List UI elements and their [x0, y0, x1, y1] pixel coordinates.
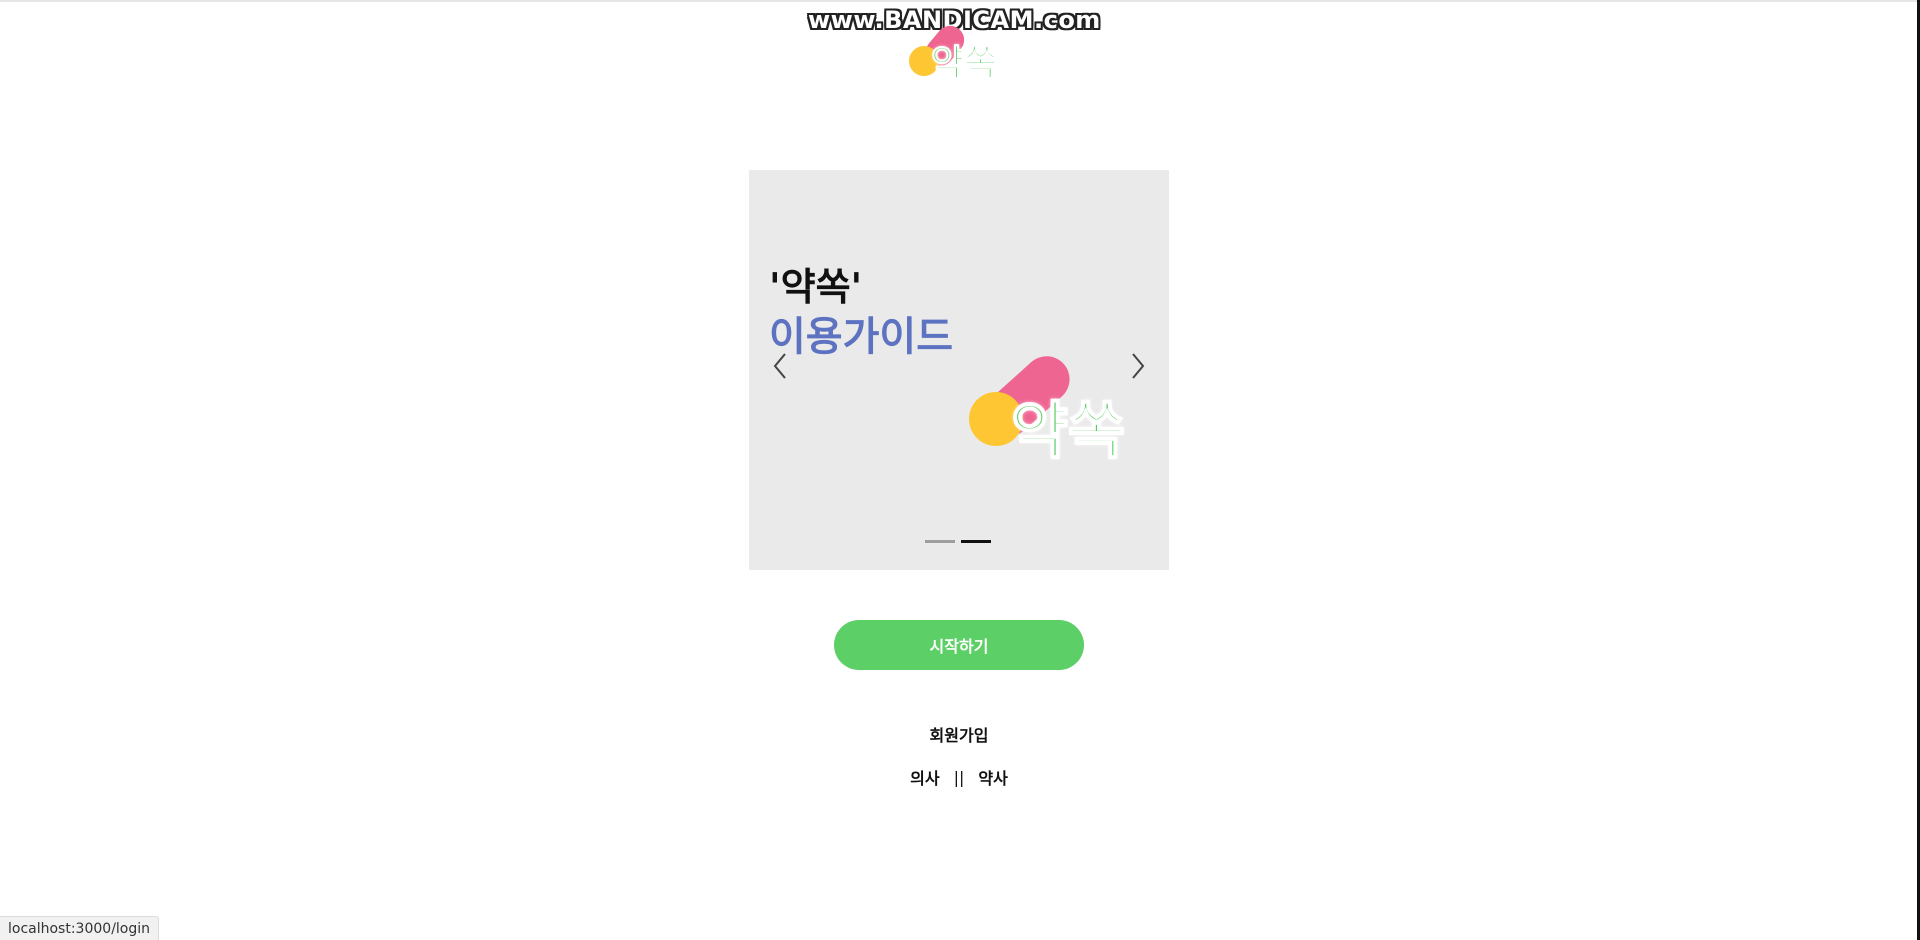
header-logo[interactable]: 약쏙	[905, 20, 1025, 85]
carousel-prev-button[interactable]	[765, 346, 795, 386]
signup-role-links: 의사 || 약사	[834, 765, 1084, 789]
status-bar-url: localhost:3000/login	[0, 916, 160, 940]
chevron-right-icon	[1132, 353, 1145, 379]
role-separator: ||	[953, 767, 965, 787]
carousel-logo-text: 약쏙	[1010, 393, 1126, 468]
signup-pharmacist-link[interactable]: 약사	[978, 765, 1007, 789]
carousel-dot-1[interactable]	[925, 540, 955, 543]
header-logo-text: 약쏙	[930, 43, 998, 85]
start-button[interactable]: 시작하기	[834, 620, 1084, 670]
signup-label: 회원가입	[929, 726, 989, 745]
carousel-next-button[interactable]	[1123, 346, 1153, 386]
carousel-title-guide: 이용가이드	[769, 314, 953, 360]
signup-doctor-link[interactable]: 의사	[910, 765, 939, 789]
carousel-title-brand: '약쏙'	[769, 265, 863, 309]
guide-carousel: '약쏙' 이용가이드 약쏙	[749, 170, 1169, 570]
carousel-pagination	[925, 540, 991, 543]
carousel-dot-2[interactable]	[961, 540, 991, 543]
browser-top-border	[0, 0, 1920, 2]
chevron-left-icon	[773, 353, 786, 379]
